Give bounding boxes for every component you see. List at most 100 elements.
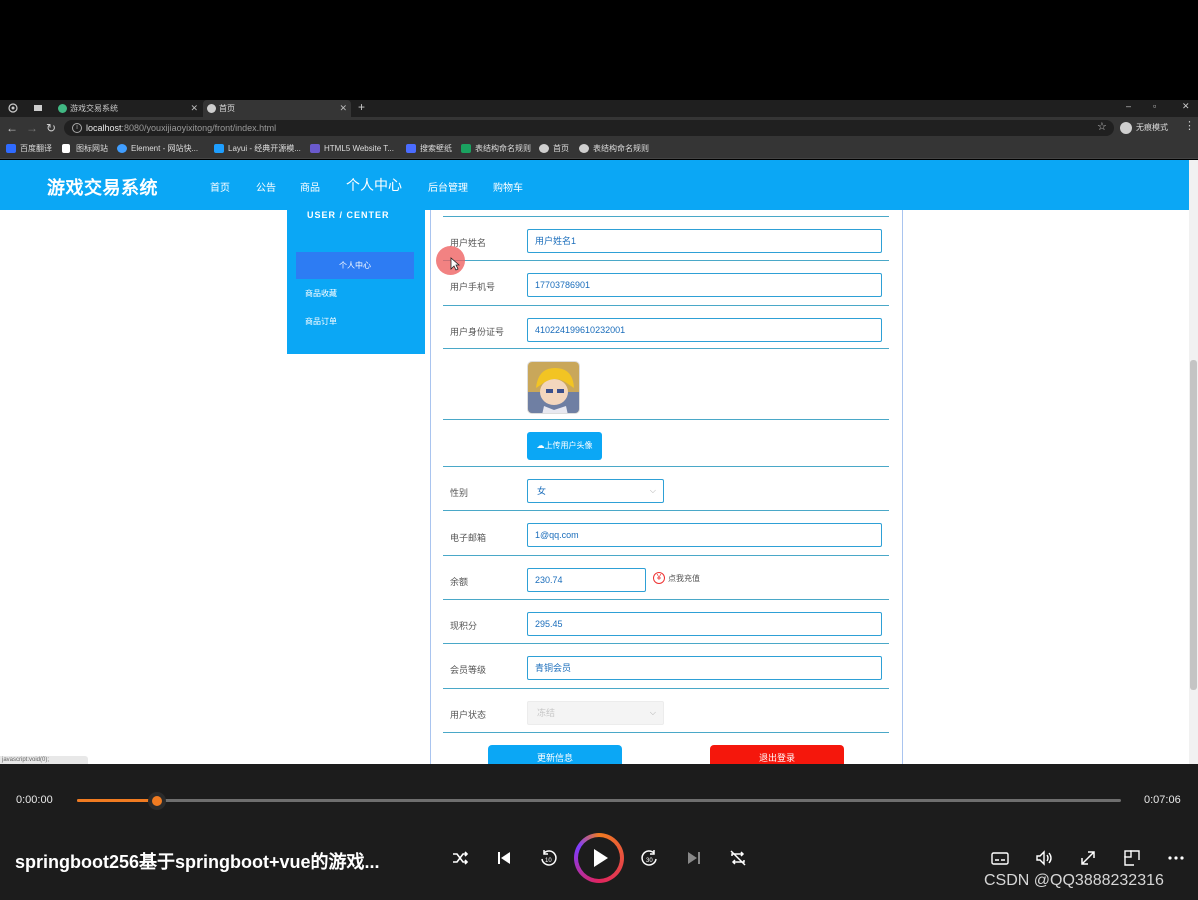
nav-goods[interactable]: 商品	[300, 179, 320, 194]
scrollbar-thumb[interactable]	[1190, 360, 1197, 690]
site-info-icon[interactable]: i	[72, 123, 82, 133]
sidebar-item-favorites[interactable]: 商品收藏	[305, 288, 337, 299]
divider	[443, 260, 889, 261]
email-input[interactable]: 1@qq.com	[527, 523, 882, 547]
seek-handle[interactable]	[148, 792, 167, 810]
nav-user-center[interactable]: 个人中心	[346, 175, 402, 195]
screen: 游戏交易系统 ✕ 首页 ✕ + – ▫ ✕ ← → ↻ i localhost:…	[0, 0, 1198, 900]
site-logo[interactable]: 游戏交易系统	[47, 174, 158, 200]
status-value: 冻结	[537, 708, 556, 718]
previous-icon[interactable]	[494, 848, 514, 868]
flag-icon	[62, 144, 70, 153]
upload-avatar-button[interactable]: ☁上传用户头像	[527, 432, 602, 460]
yen-icon: ¥	[653, 572, 665, 584]
maximize-icon[interactable]: ▫	[1153, 100, 1156, 112]
address-bar-row: ← → ↻ i localhost:8080/youxijiaoyixitong…	[0, 117, 1198, 139]
tab-overview-icon[interactable]	[33, 103, 43, 113]
html5-icon	[310, 144, 320, 153]
logout-button[interactable]: 退出登录	[710, 745, 844, 764]
window-close-icon[interactable]: ✕	[1182, 100, 1190, 112]
nav-cart[interactable]: 购物车	[493, 179, 523, 194]
phone-input[interactable]: 17703786901	[527, 273, 882, 297]
divider	[443, 688, 889, 689]
idcard-input[interactable]: 410224199610232001	[527, 318, 882, 342]
bookmark-item[interactable]: 图标网站	[62, 139, 108, 158]
repeat-off-icon[interactable]	[728, 848, 748, 868]
globe-favicon-icon	[207, 104, 216, 113]
bookmark-item[interactable]: 表结构命名规则	[461, 139, 531, 158]
close-tab-icon[interactable]: ✕	[190, 100, 198, 117]
next-icon[interactable]	[684, 848, 704, 868]
browser-tab-strip: 游戏交易系统 ✕ 首页 ✕ + – ▫ ✕	[0, 100, 1198, 117]
minimize-icon[interactable]: –	[1126, 100, 1131, 112]
bookmark-item[interactable]: Layui - 经典开源模...	[214, 139, 301, 158]
sidebar-title: USER / CENTER	[307, 210, 390, 220]
bookmark-item[interactable]: 首页	[539, 139, 569, 158]
sidebar-item-orders[interactable]: 商品订单	[305, 316, 337, 327]
bookmark-label: 图标网站	[76, 144, 108, 153]
url-host: localhost	[86, 123, 122, 133]
reload-icon[interactable]: ↻	[46, 121, 56, 135]
divider	[443, 419, 889, 420]
tab-title: 首页	[219, 104, 235, 113]
close-tab-icon[interactable]: ✕	[339, 100, 347, 117]
browser-menu-icon[interactable]	[8, 103, 18, 113]
play-button-inner	[578, 837, 620, 879]
divider	[443, 216, 889, 217]
update-info-button[interactable]: 更新信息	[488, 745, 622, 764]
recharge-link[interactable]: ¥ 点我充值	[653, 572, 700, 584]
seek-progress	[77, 799, 158, 802]
page-viewport: 游戏交易系统 首页 公告 商品 个人中心 后台管理 购物车 USER / CEN…	[0, 160, 1198, 764]
rewind-10-icon[interactable]: 10	[538, 848, 558, 868]
forward-30-icon[interactable]: 30	[640, 848, 660, 868]
bookmark-label: HTML5 Website T...	[324, 144, 394, 153]
bookmark-item[interactable]: 百度翻译	[6, 139, 52, 158]
new-tab-icon[interactable]: +	[358, 100, 365, 115]
cloud-upload-icon: ☁	[536, 441, 545, 450]
phone-label: 用户手机号	[450, 282, 496, 292]
play-button[interactable]	[574, 833, 624, 883]
wallpaper-icon	[406, 144, 416, 153]
volume-icon[interactable]	[1034, 848, 1054, 868]
avatar-image	[528, 362, 579, 413]
bookmark-star-icon[interactable]: ☆	[1097, 120, 1107, 133]
bookmark-item[interactable]: 表结构命名规则	[579, 139, 649, 158]
tab-home[interactable]: 首页 ✕	[203, 100, 351, 117]
profile-button[interactable]: 无痕模式	[1120, 120, 1168, 136]
name-input[interactable]: 用户姓名1	[527, 229, 882, 253]
user-avatar	[527, 361, 580, 414]
shuffle-icon[interactable]	[450, 848, 470, 868]
back-icon[interactable]: ←	[6, 121, 18, 135]
points-input[interactable]: 295.45	[527, 612, 882, 636]
chevron-down-icon: ⌵	[649, 486, 656, 495]
forward-icon[interactable]: →	[26, 121, 38, 135]
status-label: 用户状态	[450, 710, 487, 720]
video-player-controls: 0:00:00 0:07:06 springboot256基于springboo…	[0, 764, 1198, 900]
seek-bar[interactable]	[77, 799, 1121, 802]
sidebar-item-user-center[interactable]: 个人中心	[296, 252, 414, 279]
url-field[interactable]: i localhost:8080/youxijiaoyixitong/front…	[64, 120, 1114, 136]
picture-in-picture-icon[interactable]	[1122, 848, 1142, 868]
bookmark-item[interactable]: Element - 网站快...	[117, 139, 198, 158]
page-scrollbar[interactable]	[1189, 160, 1198, 764]
tab-game-trade[interactable]: 游戏交易系统 ✕	[54, 100, 202, 117]
subtitles-icon[interactable]	[990, 848, 1010, 868]
idcard-label: 用户身份证号	[450, 327, 505, 337]
incognito-avatar-icon	[1120, 122, 1132, 134]
layui-icon	[214, 144, 224, 153]
nav-notice[interactable]: 公告	[256, 179, 276, 194]
bookmark-item[interactable]: HTML5 Website T...	[310, 139, 394, 158]
fullscreen-icon[interactable]	[1078, 848, 1098, 868]
points-label: 现积分	[450, 621, 478, 631]
nav-home[interactable]: 首页	[210, 179, 230, 194]
balance-input[interactable]: 230.74	[527, 568, 646, 592]
bookmark-item[interactable]: 搜索壁纸	[406, 139, 452, 158]
member-level-input[interactable]: 青铜会员	[527, 656, 882, 680]
gender-select[interactable]: 女 ⌵	[527, 479, 664, 503]
profile-label: 无痕模式	[1136, 123, 1168, 132]
divider	[443, 305, 889, 306]
more-menu-icon[interactable]: ⋮	[1184, 119, 1195, 132]
nav-admin[interactable]: 后台管理	[428, 179, 468, 194]
divider	[443, 510, 889, 511]
more-options-icon[interactable]	[1166, 848, 1186, 868]
